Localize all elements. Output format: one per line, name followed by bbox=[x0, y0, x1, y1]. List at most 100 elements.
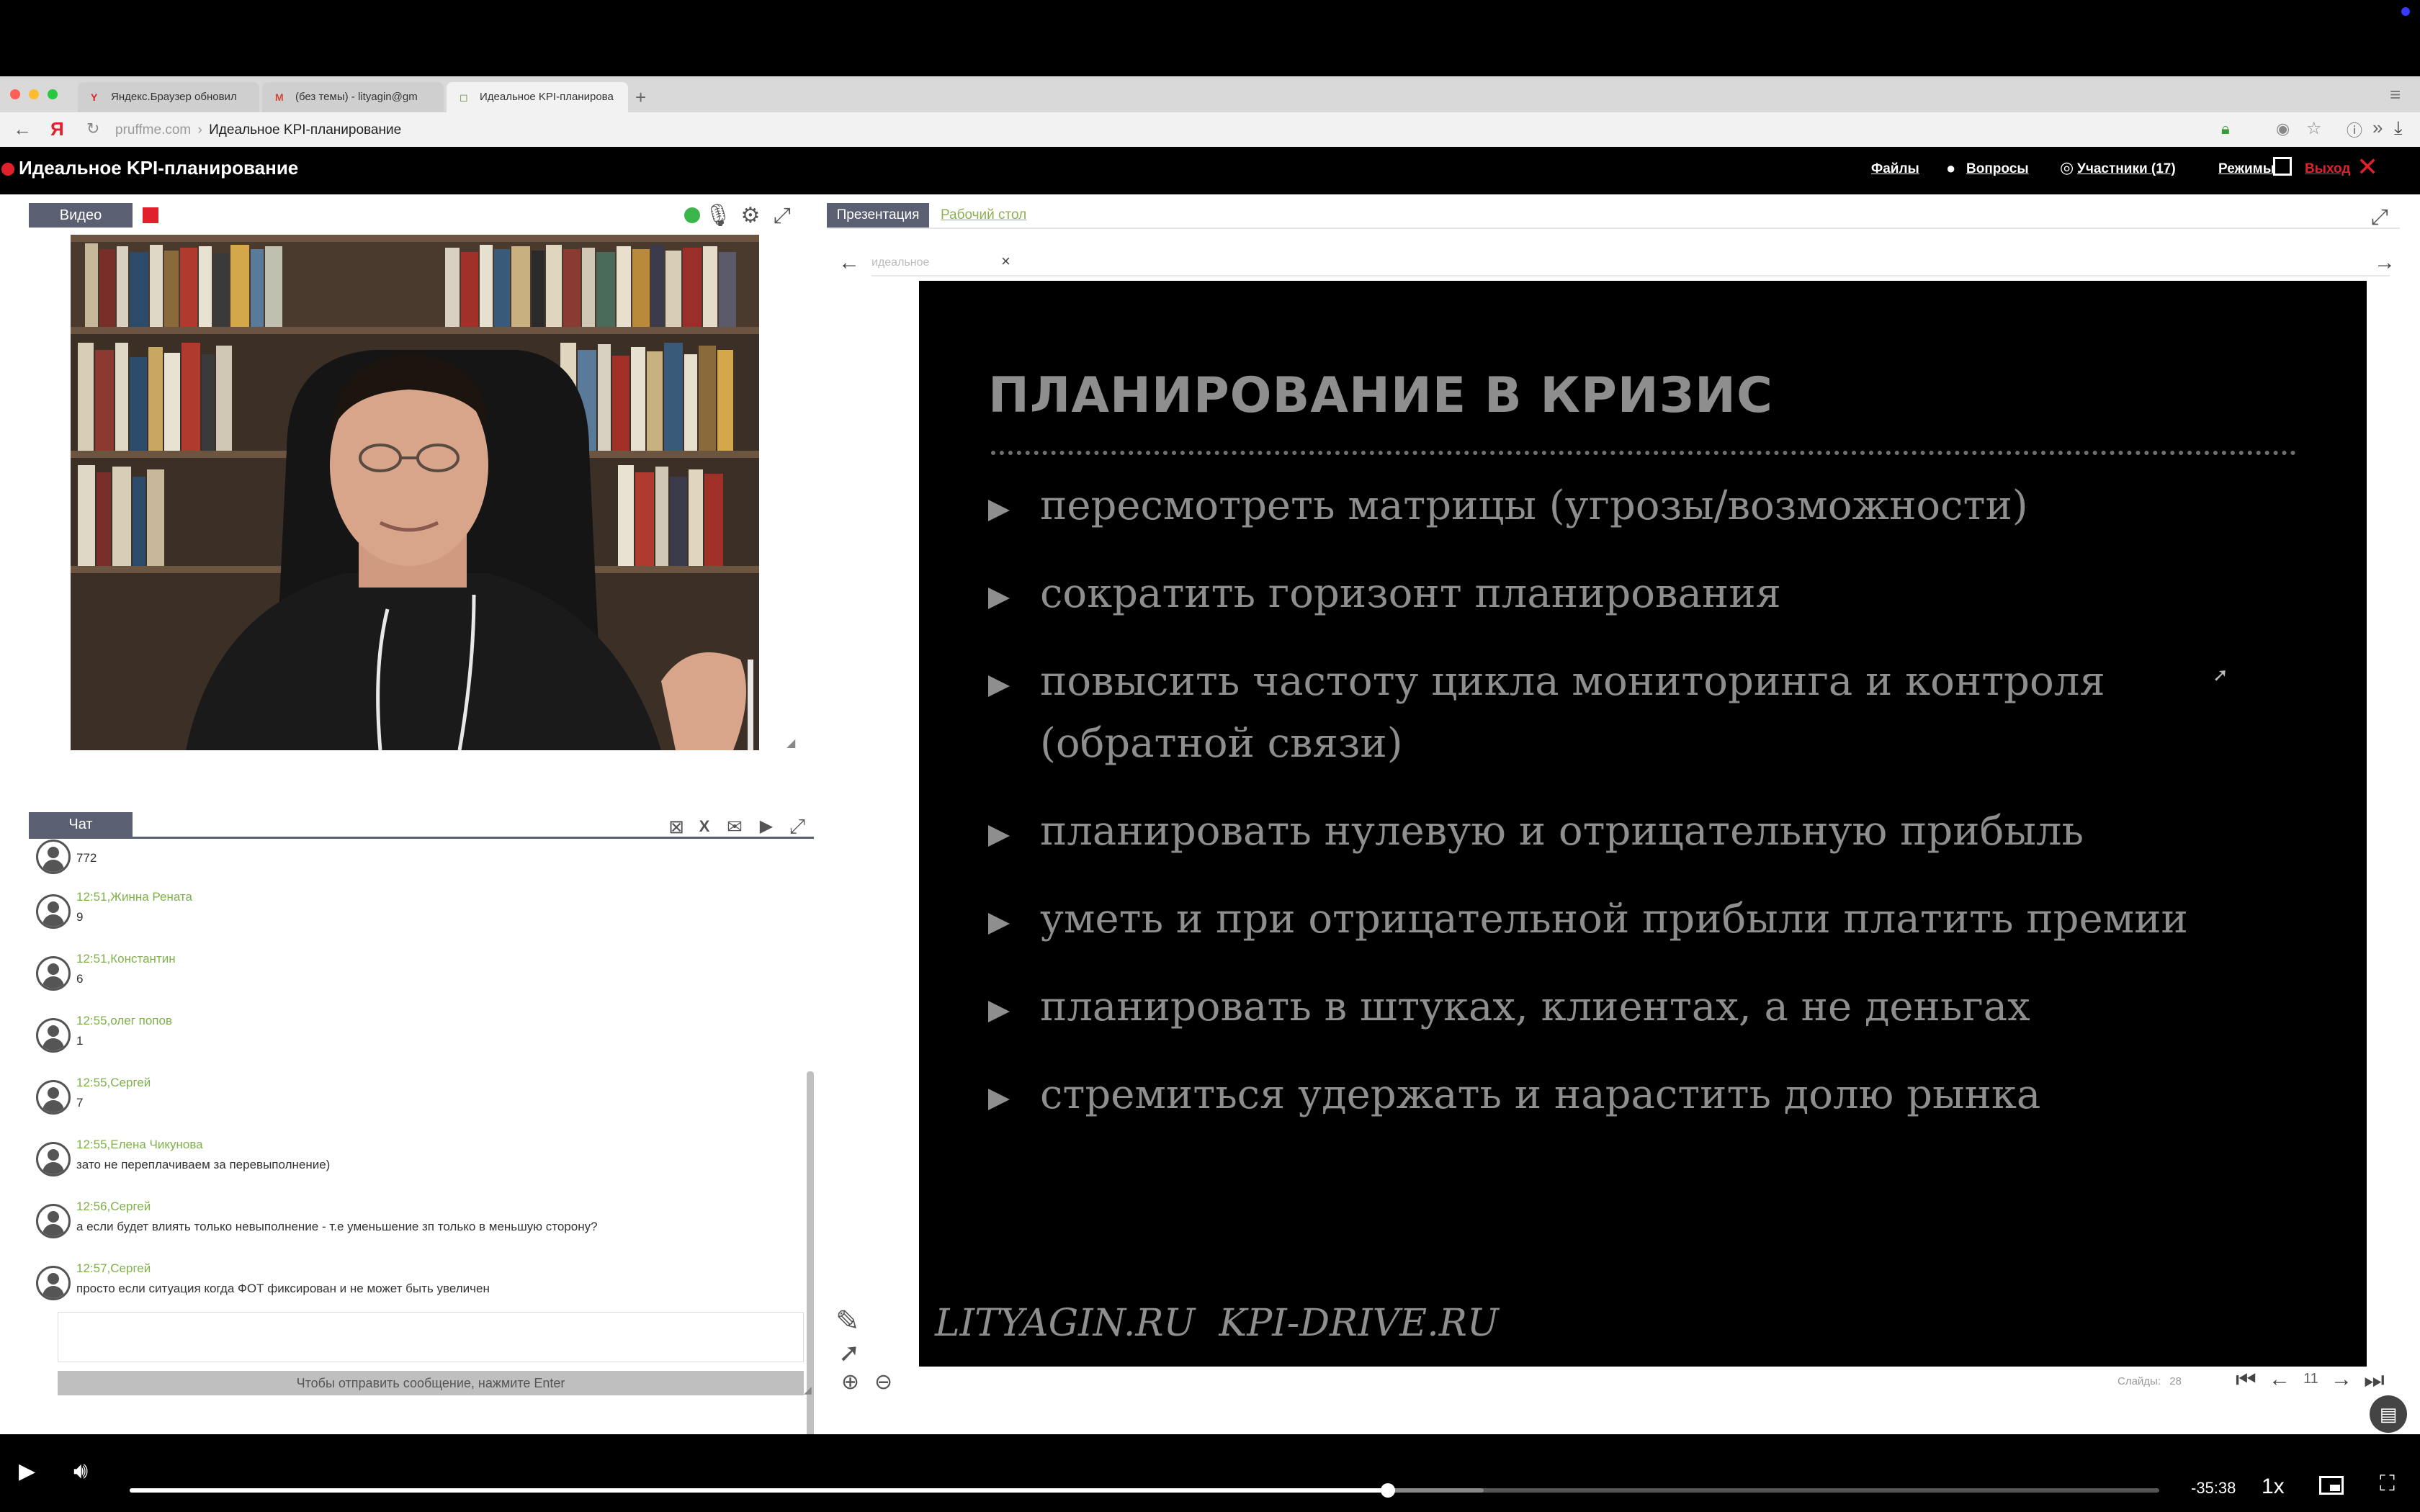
avatar bbox=[36, 1018, 71, 1053]
first-slide-icon[interactable]: ⏮ bbox=[2236, 1368, 2257, 1391]
excel-export-icon[interactable]: X bbox=[693, 814, 716, 840]
slides-label: Слайды: bbox=[2118, 1375, 2161, 1387]
current-slide-number[interactable]: 11 bbox=[2303, 1371, 2318, 1387]
chat-send-hint[interactable]: Чтобы отправить сообщение, нажмите Enter bbox=[58, 1371, 804, 1395]
slide-item: стремиться удержать и нарастить долю рын… bbox=[1040, 1071, 2041, 1118]
browser-tab-bar: Y Яндекс.Браузер обновил M (без темы) - … bbox=[0, 76, 2420, 112]
tab-presentation[interactable]: Презентация bbox=[827, 203, 929, 228]
slide-footer: LITYAGIN.RU KPI-DRIVE.RU bbox=[935, 1302, 1499, 1345]
presentation-expand-icon[interactable]: ⤢ bbox=[2367, 204, 2393, 230]
slide-item: повысить частоту цикла мониторинга и кон… bbox=[1040, 658, 2105, 705]
browser-tab-label: (без темы) - lityagin@gm bbox=[295, 91, 418, 103]
file-tab[interactable]: идеальное bbox=[871, 252, 1016, 274]
info-icon[interactable]: ⓘ bbox=[2347, 118, 2362, 141]
bookmark-star-icon[interactable]: ☆ bbox=[2306, 118, 2322, 139]
exit-icon[interactable]: ✕ bbox=[2357, 154, 2378, 180]
files-link[interactable]: Файлы bbox=[1871, 161, 1919, 177]
video-player-controls: ▶ 🔊︎ -35:38 1x ⛶ bbox=[0, 1434, 2420, 1512]
exit-fullscreen-icon[interactable]: ⛶ bbox=[2380, 1472, 2395, 1496]
envelope-icon[interactable]: ✉ bbox=[723, 814, 746, 840]
zoom-in-icon[interactable]: ⊕ bbox=[841, 1369, 859, 1395]
browser-tab-kpi[interactable]: ◻ Идеальное KPI-планирова bbox=[447, 82, 628, 112]
play-chat-icon[interactable]: ▶ bbox=[755, 814, 778, 840]
progress-played bbox=[130, 1488, 1389, 1493]
slides-total: 28 bbox=[2169, 1375, 2182, 1387]
close-window-icon[interactable] bbox=[10, 89, 20, 99]
chat-message: 12:55,Сергей 7 bbox=[29, 1076, 799, 1133]
progress-track[interactable] bbox=[130, 1483, 2159, 1498]
url-field[interactable]: pruffme.com › Идеальное KPI-планирование bbox=[115, 122, 401, 138]
slide-title-divider bbox=[991, 451, 2296, 455]
browser-tab-yandex[interactable]: Y Яндекс.Браузер обновил bbox=[78, 82, 259, 112]
chat-message-text: а если будет влиять только невыполнение … bbox=[76, 1220, 598, 1233]
file-tabs-next-icon[interactable]: → bbox=[2374, 252, 2396, 274]
exit-link[interactable]: Выход bbox=[2305, 161, 2350, 177]
slide-item: сократить горизонт планирования bbox=[1040, 570, 1781, 617]
chat-resize-handle[interactable]: ◢ bbox=[804, 1384, 812, 1396]
slide-item: планировать нулевую и отрицательную приб… bbox=[1040, 808, 2084, 855]
file-tabs-divider bbox=[871, 275, 2390, 276]
prev-slide-icon[interactable]: ← bbox=[2269, 1368, 2290, 1391]
captions-icon[interactable]: ▤ bbox=[2370, 1395, 2407, 1433]
playback-speed[interactable]: 1x bbox=[2262, 1475, 2285, 1499]
chat-message-text: 6 bbox=[76, 972, 84, 986]
new-tab-button[interactable]: + bbox=[635, 82, 646, 112]
layout-icon[interactable] bbox=[2273, 157, 2292, 176]
bullet-arrow-icon bbox=[988, 1089, 1010, 1110]
questions-link[interactable]: Вопросы bbox=[1966, 161, 2029, 177]
bullet-arrow-icon bbox=[988, 1001, 1010, 1022]
maximize-window-icon[interactable] bbox=[48, 89, 58, 99]
video-resize-handle[interactable]: ◢ bbox=[786, 736, 795, 750]
expand-icon[interactable]: ⤢ bbox=[769, 203, 795, 229]
more-icon[interactable]: » bbox=[2372, 117, 2383, 139]
presentation-divider bbox=[827, 228, 2400, 229]
chat-message-text: просто если ситуация когда ФОТ фиксирова… bbox=[76, 1282, 490, 1295]
tab-desktop[interactable]: Рабочий стол bbox=[941, 207, 1026, 223]
bullet-arrow-icon bbox=[988, 675, 1010, 697]
zoom-out-icon[interactable]: ⊖ bbox=[874, 1369, 892, 1395]
volume-icon[interactable]: 🔊︎ bbox=[73, 1457, 88, 1485]
file-tabs-prev-icon[interactable]: ← bbox=[838, 252, 860, 274]
chat-message: 12:55,Елена Чикунова зато не переплачива… bbox=[29, 1138, 799, 1195]
browser-tab-mail[interactable]: M (без темы) - lityagin@gm bbox=[262, 82, 444, 112]
browser-menu-icon[interactable]: ≡ bbox=[2390, 84, 2401, 106]
modes-link[interactable]: Режимы bbox=[2218, 161, 2275, 177]
reload-icon[interactable]: ↻ bbox=[86, 120, 99, 138]
chat-expand-icon[interactable]: ⤢ bbox=[785, 814, 810, 840]
file-tab-close-icon[interactable]: × bbox=[1001, 251, 1010, 272]
camera-on-icon[interactable] bbox=[684, 207, 700, 223]
pencil-icon[interactable]: ✎ bbox=[835, 1305, 860, 1338]
clear-chat-icon[interactable]: ⊠ bbox=[666, 814, 687, 840]
yandex-home-icon[interactable]: Я bbox=[50, 118, 64, 140]
chat-tab[interactable]: Чат bbox=[29, 812, 133, 837]
chat-input[interactable] bbox=[58, 1312, 804, 1362]
questions-icon: ● bbox=[1946, 159, 1956, 177]
avatar bbox=[36, 840, 71, 874]
main-content: Видео 🎙︎ ⚙ ⤢ ◢ Чат ⊠ X ✉ ▶ ⤢ 772 12:51,Ж… bbox=[0, 194, 2420, 1506]
avatar bbox=[36, 1142, 71, 1176]
participants-link[interactable]: Участники (17) bbox=[2077, 161, 2176, 177]
slide-item: пересмотреть матрицы (угрозы/возможности… bbox=[1040, 482, 2028, 529]
pointer-tool-icon[interactable]: ➚ bbox=[838, 1338, 860, 1368]
video-tab[interactable]: Видео bbox=[29, 203, 133, 228]
gear-icon[interactable]: ⚙ bbox=[738, 203, 763, 229]
mouse-cursor-icon: ➚ bbox=[2213, 664, 2228, 685]
download-icon[interactable]: ⤓ bbox=[2394, 117, 2403, 140]
play-icon[interactable]: ▶ bbox=[19, 1459, 35, 1484]
progress-scrubber[interactable] bbox=[1381, 1483, 1396, 1498]
last-slide-icon[interactable]: ⏭ bbox=[2364, 1368, 2385, 1391]
time-remaining: -35:38 bbox=[2191, 1479, 2236, 1497]
bullet-arrow-icon bbox=[988, 588, 1010, 609]
record-icon[interactable] bbox=[143, 207, 158, 223]
lock-icon: 🔒︎ bbox=[2221, 120, 2230, 138]
back-icon[interactable]: ← bbox=[13, 118, 32, 140]
next-slide-icon[interactable]: → bbox=[2331, 1368, 2352, 1391]
url-page-title: Идеальное KPI-планирование bbox=[209, 122, 402, 138]
slide-item: уметь и при отрицательной прибыли платит… bbox=[1040, 896, 2188, 942]
microphone-icon[interactable]: 🎙︎ bbox=[704, 203, 732, 229]
avatar bbox=[36, 894, 71, 929]
picture-in-picture-icon[interactable] bbox=[2319, 1476, 2344, 1495]
minimize-window-icon[interactable] bbox=[29, 89, 39, 99]
chat-message-text: 772 bbox=[76, 851, 97, 865]
protect-icon[interactable]: ◉ bbox=[2276, 120, 2290, 138]
